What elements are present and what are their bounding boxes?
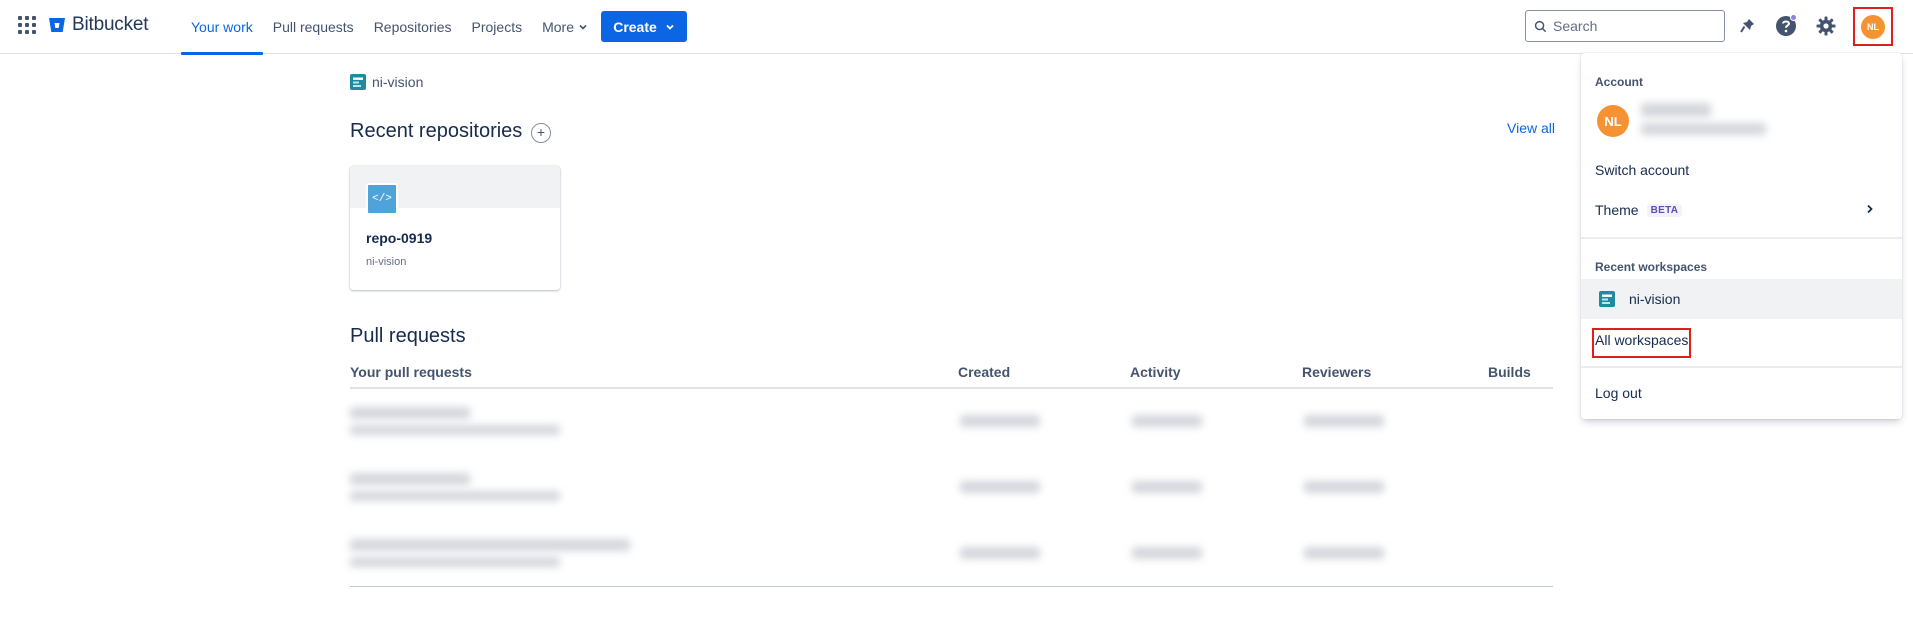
column-created[interactable]: Created — [958, 364, 1010, 380]
divider — [1581, 237, 1902, 239]
recent-workspaces-heading: Recent workspaces — [1595, 260, 1708, 274]
workspace-item-label: ni-vision — [1629, 291, 1681, 307]
app-switcher-icon[interactable] — [18, 16, 36, 34]
workspace-icon — [1599, 291, 1615, 307]
help-button[interactable] — [1773, 13, 1799, 39]
nav-more-label: More — [542, 19, 574, 35]
avatar: NL — [1861, 14, 1885, 39]
table-row[interactable] — [350, 521, 1553, 587]
search-icon — [1534, 20, 1547, 32]
code-icon: </> — [366, 183, 398, 215]
gear-icon — [1816, 16, 1836, 36]
column-builds[interactable]: Builds — [1488, 364, 1531, 380]
nav-your-work[interactable]: Your work — [181, 0, 263, 55]
chevron-down-icon — [579, 24, 587, 30]
nav-pull-requests-label: Pull requests — [272, 19, 354, 35]
account-name-redacted — [1641, 103, 1711, 117]
theme-item[interactable]: Theme BETA — [1581, 193, 1902, 227]
pull-requests-table: Your pull requests Created Activity Revi… — [350, 355, 1553, 587]
divider — [1581, 366, 1902, 368]
workspace-icon — [350, 74, 366, 90]
all-workspaces-label: All workspaces — [1595, 332, 1689, 348]
column-reviewers[interactable]: Reviewers — [1302, 364, 1371, 380]
settings-button[interactable] — [1813, 13, 1839, 39]
bitbucket-logo[interactable]: Bitbucket — [48, 14, 149, 36]
column-your-pull-requests[interactable]: Your pull requests — [350, 364, 472, 380]
theme-label: Theme — [1595, 202, 1639, 218]
nav-more[interactable]: More — [532, 0, 598, 54]
nav-your-work-label: Your work — [191, 19, 253, 35]
bitbucket-icon — [49, 18, 65, 32]
nav-projects-label: Projects — [471, 19, 523, 35]
profile-button[interactable]: NL — [1853, 7, 1893, 46]
create-button[interactable]: Create — [601, 11, 687, 42]
account-heading: Account — [1595, 75, 1643, 89]
nav-repositories-label: Repositories — [373, 19, 452, 35]
repo-name: repo-0919 — [366, 230, 433, 246]
column-activity[interactable]: Activity — [1130, 364, 1181, 380]
table-header: Your pull requests Created Activity Revi… — [350, 355, 1553, 389]
account-email-redacted — [1641, 123, 1766, 135]
recent-repositories-title: Recent repositories — [350, 120, 523, 142]
table-row[interactable] — [350, 455, 1553, 521]
account-dropdown: Account NL Switch account Theme BETA Rec… — [1581, 53, 1902, 419]
pull-requests-title: Pull requests — [350, 325, 466, 347]
nav-repositories[interactable]: Repositories — [364, 0, 462, 54]
repo-workspace: ni-vision — [366, 256, 407, 268]
workspace-name: ni-vision — [372, 74, 424, 90]
chevron-right-icon — [1867, 204, 1873, 214]
avatar: NL — [1597, 105, 1629, 137]
primary-nav: Your work Pull requests Repositories Pro… — [181, 0, 598, 55]
search-input[interactable] — [1553, 18, 1713, 34]
notification-dot — [1790, 14, 1797, 21]
workspace-link[interactable]: ni-vision — [350, 74, 423, 90]
chevron-down-icon — [666, 24, 674, 30]
beta-badge: BETA — [1646, 203, 1683, 217]
nav-projects[interactable]: Projects — [462, 0, 533, 54]
view-all-link[interactable]: View all — [1507, 120, 1555, 136]
table-bottom-divider — [350, 586, 1553, 587]
table-row[interactable] — [350, 389, 1553, 455]
search-box[interactable] — [1525, 10, 1725, 42]
brand-name: Bitbucket — [72, 14, 149, 35]
workspace-item-ni-vision[interactable]: ni-vision — [1581, 279, 1902, 319]
create-button-label: Create — [613, 18, 657, 35]
log-out-item[interactable]: Log out — [1581, 376, 1902, 410]
repo-card[interactable]: </> repo-0919 ni-vision — [350, 166, 560, 290]
log-out-label: Log out — [1595, 385, 1642, 401]
add-repository-button[interactable]: + — [531, 123, 551, 143]
top-navigation: Bitbucket Your work Pull requests Reposi… — [0, 0, 1913, 55]
all-workspaces-item[interactable]: All workspaces — [1581, 323, 1902, 357]
notifications-button[interactable] — [1734, 13, 1760, 39]
nav-pull-requests[interactable]: Pull requests — [263, 0, 364, 54]
bell-icon — [1740, 19, 1754, 33]
switch-account-item[interactable]: Switch account — [1581, 153, 1902, 187]
switch-account-label: Switch account — [1595, 162, 1690, 178]
